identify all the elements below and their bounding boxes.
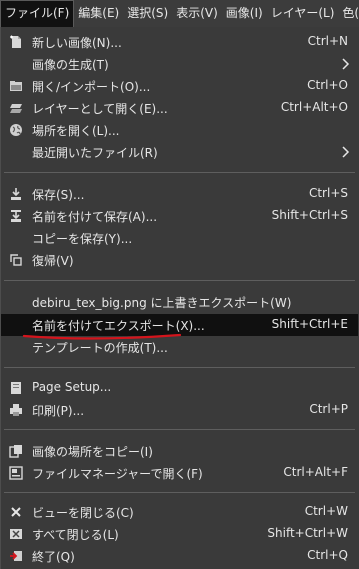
open-icon — [10, 81, 22, 91]
menu-item-save-copy[interactable]: コピーを保存(Y)... — [1, 227, 358, 249]
save-icon — [11, 188, 21, 200]
revert-icon — [10, 254, 22, 266]
quit-icon — [10, 551, 22, 561]
menu-item-open[interactable]: 開く/インポート(O)... Ctrl+O — [1, 75, 358, 97]
menu-item-shortcut: Shift+Ctrl+S — [271, 208, 348, 222]
menu-item-close-view[interactable]: ビューを閉じる(C) Ctrl+W — [1, 501, 358, 523]
menu-item-label: レイヤーとして開く(E)... — [32, 102, 168, 116]
menu-item-quit[interactable]: 終了(Q) Ctrl+Q — [1, 545, 358, 567]
menu-item-label: 名前を付けてエクスポート(X)... — [32, 319, 205, 333]
menubar: ファイル(F) 編集(E) 選択(S) 表示(V) 画像(I) レイヤー(L) … — [0, 0, 359, 27]
open-as-layers-icon — [10, 104, 22, 113]
save-as-icon — [11, 210, 21, 222]
menu-item-revert[interactable]: 復帰(V) — [1, 249, 358, 271]
menu-item-label: コピーを保存(Y)... — [32, 232, 133, 246]
menu-item-label: 新しい画像(N)... — [32, 36, 122, 50]
new-image-icon — [10, 35, 21, 48]
menu-item-label: 保存(S)... — [32, 188, 85, 202]
menu-layer[interactable]: レイヤー(L) — [267, 0, 339, 27]
menu-item-print[interactable]: 印刷(P)... Ctrl+P — [1, 399, 358, 421]
page-setup-icon — [11, 382, 21, 394]
menu-item-label: 名前を付けて保存(A)... — [32, 210, 158, 224]
file-menu-dropdown: 新しい画像(N)... Ctrl+N 画像の生成(T) 開く/インポート(O).… — [0, 27, 359, 569]
red-annotation-underline — [22, 333, 182, 340]
copy-location-icon — [9, 445, 22, 458]
menu-item-shortcut: Ctrl+O — [307, 78, 348, 92]
menu-item-label: 終了(Q) — [32, 550, 75, 564]
gimp-window: ファイル(F) 編集(E) 選択(S) 表示(V) 画像(I) レイヤー(L) … — [0, 0, 359, 569]
menu-file[interactable]: ファイル(F) — [0, 0, 75, 27]
menu-item-label: Page Setup... — [32, 380, 112, 394]
menu-item-label: 画像の場所をコピー(I) — [32, 445, 153, 459]
menu-item-label: debiru_tex_big.png に上書きエクスポート(W) — [32, 296, 292, 310]
menu-item-shortcut: Ctrl+Alt+O — [280, 100, 348, 114]
file-manager-icon — [9, 466, 23, 480]
menu-item-file-manager[interactable]: ファイルマネージャーで開く(F) Ctrl+Alt+F — [1, 462, 358, 484]
menu-item-shortcut: Shift+Ctrl+E — [271, 317, 348, 331]
menu-item-new[interactable]: 新しい画像(N)... Ctrl+N — [1, 31, 358, 53]
menu-item-close-all[interactable]: すべて閉じる(L) Shift+Ctrl+W — [1, 523, 358, 545]
chevron-right-icon — [342, 58, 350, 70]
menu-item-label: 印刷(P)... — [32, 404, 85, 418]
menu-separator — [4, 492, 355, 493]
menu-item-page-setup[interactable]: Page Setup... — [1, 377, 358, 399]
menu-edit[interactable]: 編集(E) — [74, 0, 123, 27]
menu-item-label: 場所を開く(L)... — [32, 124, 120, 138]
menu-item-save-as[interactable]: 名前を付けて保存(A)... Shift+Ctrl+S — [1, 205, 358, 227]
menu-item-label: 画像の生成(T) — [32, 58, 109, 72]
menu-item-label: 開く/インポート(O)... — [32, 80, 151, 94]
menu-view[interactable]: 表示(V) — [172, 0, 222, 27]
menu-item-open-as-layers[interactable]: レイヤーとして開く(E)... Ctrl+Alt+O — [1, 97, 358, 119]
print-icon — [10, 404, 22, 416]
menu-item-label: 最近開いたファイル(R) — [32, 146, 158, 160]
menu-item-shortcut: Shift+Ctrl+W — [267, 526, 348, 540]
menu-item-shortcut: Ctrl+Q — [307, 548, 348, 562]
menu-item-shortcut: Ctrl+S — [308, 186, 348, 200]
menu-item-overwrite[interactable]: debiru_tex_big.png に上書きエクスポート(W) — [1, 291, 358, 313]
menu-item-save[interactable]: 保存(S)... Ctrl+S — [1, 183, 358, 205]
menu-separator — [4, 172, 355, 173]
menu-colors[interactable]: 色(C) — [338, 0, 359, 27]
menu-item-shortcut: Ctrl+W — [304, 504, 348, 518]
menu-separator — [4, 429, 355, 430]
menu-separator — [4, 367, 355, 368]
menu-item-label: ビューを閉じる(C) — [32, 506, 134, 520]
menu-item-open-location[interactable]: 場所を開く(L)... — [1, 119, 358, 141]
menu-item-label: 復帰(V) — [32, 254, 74, 268]
menu-item-shortcut: Ctrl+Alt+F — [283, 465, 348, 479]
menu-item-shortcut: Ctrl+P — [309, 402, 348, 416]
chevron-right-icon — [342, 146, 350, 158]
menu-item-shortcut: Ctrl+N — [307, 34, 348, 48]
close-icon — [11, 507, 21, 517]
menu-item-recent[interactable]: 最近開いたファイル(R) — [1, 141, 358, 163]
menu-item-label: すべて閉じる(L) — [32, 528, 119, 542]
menu-item-copy-location[interactable]: 画像の場所をコピー(I) — [1, 440, 358, 462]
menu-select[interactable]: 選択(S) — [123, 0, 172, 27]
globe-icon — [10, 124, 22, 136]
menu-image[interactable]: 画像(I) — [222, 0, 267, 27]
menu-item-create[interactable]: 画像の生成(T) — [1, 53, 358, 75]
close-all-icon — [10, 529, 22, 539]
menu-separator — [4, 280, 355, 281]
menu-item-label: ファイルマネージャーで開く(F) — [32, 467, 203, 481]
